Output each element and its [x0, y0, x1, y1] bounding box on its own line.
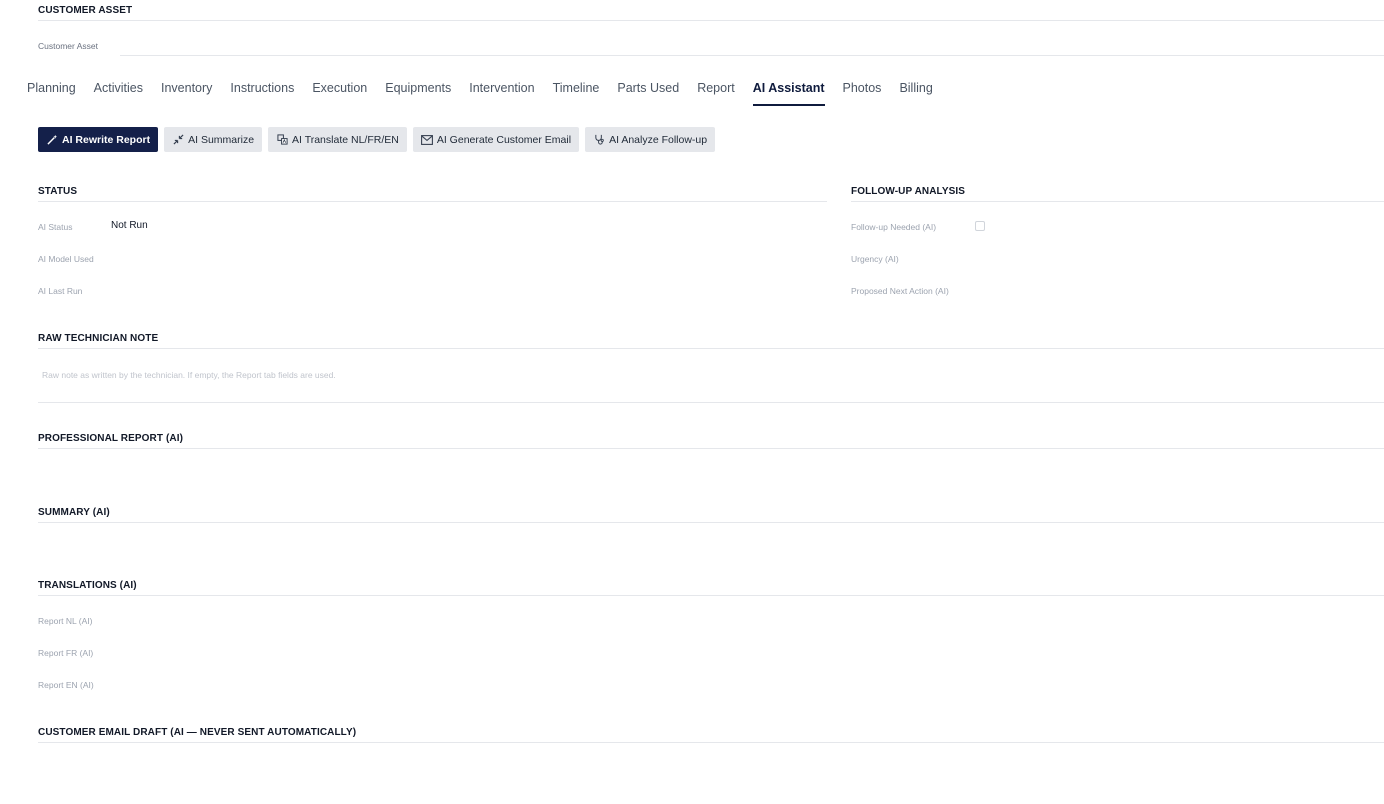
tab-bar: Planning Activities Inventory Instructio…	[27, 80, 951, 106]
divider	[38, 448, 1384, 449]
compress-icon	[172, 134, 184, 146]
tab-activities[interactable]: Activities	[94, 80, 143, 106]
ai-status-value: Not Run	[111, 220, 148, 231]
email-draft-section-title: CUSTOMER EMAIL DRAFT (AI — NEVER SENT AU…	[38, 727, 357, 738]
tab-parts-used[interactable]: Parts Used	[617, 80, 679, 106]
ai-summarize-label: AI Summarize	[188, 133, 255, 146]
ai-action-bar: AI Rewrite Report AI Summarize AI Transl…	[38, 127, 721, 152]
ai-model-used-label: AI Model Used	[38, 254, 94, 264]
ai-analyze-followup-label: AI Analyze Follow-up	[609, 133, 708, 146]
report-nl-label: Report NL (AI)	[38, 616, 93, 626]
followup-needed-checkbox[interactable]	[975, 221, 985, 231]
customer-asset-label: Customer Asset	[38, 41, 98, 51]
tab-photos[interactable]: Photos	[843, 80, 882, 106]
divider	[38, 348, 1384, 349]
followup-needed-label: Follow-up Needed (AI)	[851, 222, 937, 232]
raw-note-textarea[interactable]: Raw note as written by the technician. I…	[42, 370, 336, 380]
ai-translate-button[interactable]: AI Translate NL/FR/EN	[268, 127, 407, 152]
tab-inventory[interactable]: Inventory	[161, 80, 212, 106]
followup-section-title: FOLLOW-UP ANALYSIS	[851, 186, 966, 197]
ai-last-run-label: AI Last Run	[38, 286, 83, 296]
tab-timeline[interactable]: Timeline	[553, 80, 600, 106]
tab-ai-assistant[interactable]: AI Assistant	[752, 80, 825, 106]
ai-generate-email-button[interactable]: AI Generate Customer Email	[412, 127, 580, 152]
ai-status-label: AI Status	[38, 222, 73, 232]
customer-asset-field[interactable]	[120, 55, 1384, 56]
ai-analyze-followup-button[interactable]: AI Analyze Follow-up	[585, 127, 716, 152]
tab-instructions[interactable]: Instructions	[230, 80, 294, 106]
divider	[38, 595, 1384, 596]
divider	[38, 742, 1384, 743]
ai-rewrite-report-label: AI Rewrite Report	[62, 133, 151, 146]
ai-translate-label: AI Translate NL/FR/EN	[292, 133, 399, 146]
raw-note-section-title: RAW TECHNICIAN NOTE	[38, 333, 159, 344]
translations-section-title: TRANSLATIONS (AI)	[38, 580, 137, 591]
translate-icon	[276, 134, 288, 146]
ai-rewrite-report-button[interactable]: AI Rewrite Report	[38, 127, 159, 152]
status-section-title: STATUS	[38, 186, 78, 197]
tab-execution[interactable]: Execution	[312, 80, 367, 106]
report-en-label: Report EN (AI)	[38, 680, 94, 690]
ai-generate-email-label: AI Generate Customer Email	[436, 133, 572, 146]
urgency-label: Urgency (AI)	[851, 254, 899, 264]
raw-note-underline	[38, 402, 1384, 403]
customer-asset-section-title: CUSTOMER ASSET	[38, 5, 133, 16]
divider	[38, 20, 1384, 21]
wand-icon	[46, 134, 58, 146]
tab-report[interactable]: Report	[697, 80, 735, 106]
tab-planning[interactable]: Planning	[27, 80, 76, 106]
tab-billing[interactable]: Billing	[899, 80, 932, 106]
report-fr-label: Report FR (AI)	[38, 648, 94, 658]
divider	[851, 201, 1384, 202]
summary-section-title: SUMMARY (AI)	[38, 507, 110, 518]
divider	[38, 201, 827, 202]
envelope-icon	[420, 134, 433, 146]
proposed-next-action-label: Proposed Next Action (AI)	[851, 286, 949, 296]
tab-equipments[interactable]: Equipments	[385, 80, 451, 106]
ai-summarize-button[interactable]: AI Summarize	[164, 127, 263, 152]
tab-intervention[interactable]: Intervention	[469, 80, 534, 106]
stethoscope-icon	[593, 134, 605, 146]
professional-report-section-title: PROFESSIONAL REPORT (AI)	[38, 433, 184, 444]
divider	[38, 522, 1384, 523]
